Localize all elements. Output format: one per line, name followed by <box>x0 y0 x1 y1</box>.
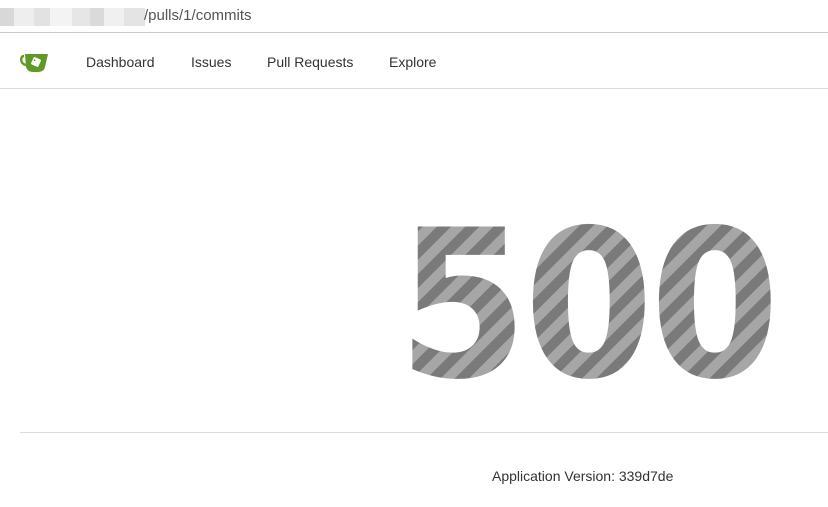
gitea-teacup-icon[interactable] <box>20 50 50 74</box>
footer-divider <box>20 432 828 433</box>
nav-explore-link[interactable]: Explore <box>389 54 436 70</box>
url-redacted-region <box>0 8 145 26</box>
error-code-text: 500 <box>398 212 776 387</box>
address-bar[interactable]: /pulls/1/commits <box>0 0 828 33</box>
url-path-text: /pulls/1/commits <box>144 7 252 24</box>
nav-dashboard-link[interactable]: Dashboard <box>86 54 155 70</box>
nav-pull-requests-link[interactable]: Pull Requests <box>267 54 353 70</box>
nav-issues-link[interactable]: Issues <box>191 54 231 70</box>
top-navigation: Dashboard Issues Pull Requests Explore <box>0 36 828 89</box>
error-code-graphic: 500 <box>395 187 780 425</box>
application-version-text: Application Version: 339d7de <box>492 468 674 484</box>
